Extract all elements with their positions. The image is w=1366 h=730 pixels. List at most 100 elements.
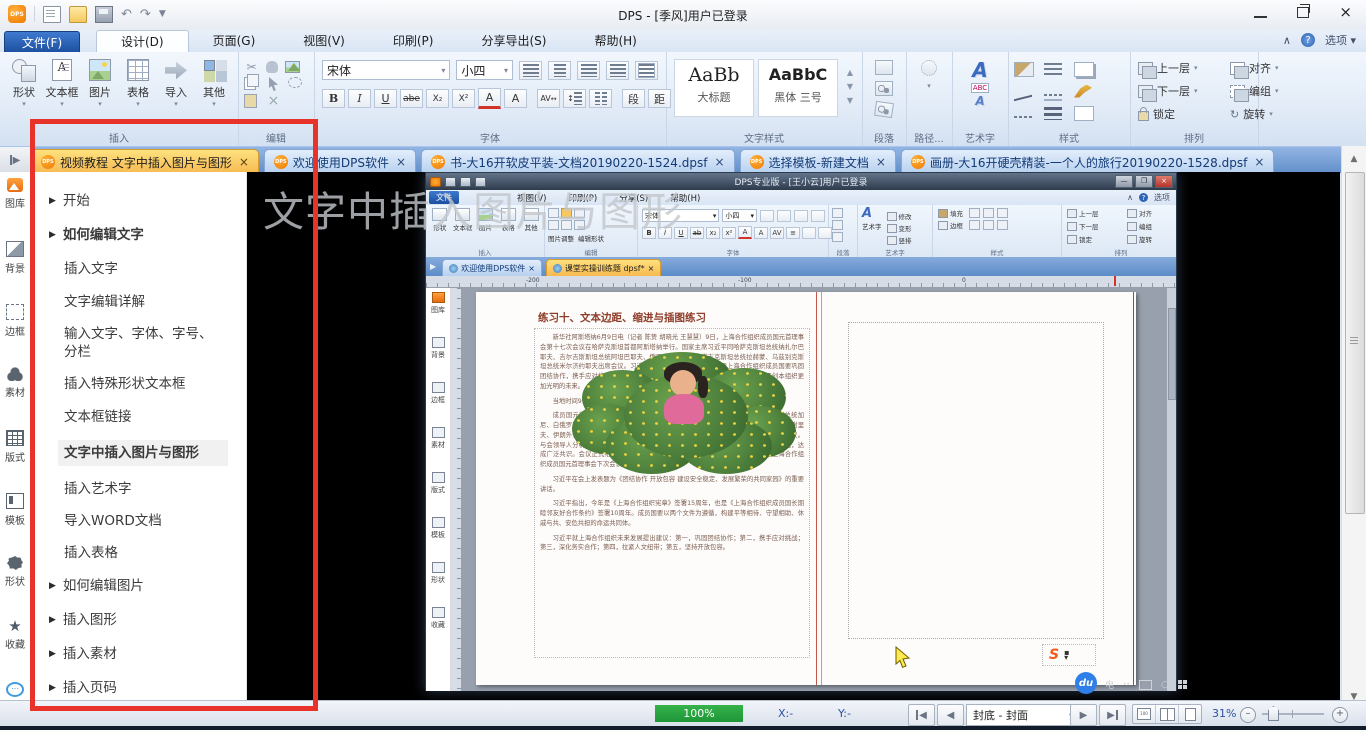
font-name-select[interactable]: 宋体▾	[322, 60, 450, 80]
path-icon[interactable]	[921, 60, 937, 76]
link-textframe-icon[interactable]	[875, 81, 893, 96]
collapse-ribbon-icon[interactable]: ∧	[1283, 34, 1291, 47]
tutorial-item-insert-material[interactable]: ▶插入素材	[64, 645, 246, 663]
tutorial-item-text-editing[interactable]: 文字编辑详解	[64, 293, 246, 311]
grid-icon[interactable]	[1178, 680, 1187, 689]
zoom-100-view-button[interactable]: 100	[1133, 705, 1156, 723]
panel-expand-icon[interactable]: ▶	[0, 147, 31, 173]
tab-print[interactable]: 印刷(P)	[369, 30, 458, 51]
next-page-button[interactable]: ▶	[1070, 704, 1097, 726]
tab-close-icon[interactable]: ×	[714, 155, 724, 169]
shadow-icon[interactable]	[1074, 62, 1094, 77]
tutorial-item-insert-page-number[interactable]: ▶插入页码	[64, 679, 246, 697]
tab-close-icon[interactable]: ×	[396, 155, 406, 169]
page-selector[interactable]: 封底 - 封面 ▾	[966, 704, 1080, 726]
wordart-warp-icon[interactable]: A	[975, 96, 984, 107]
options-button[interactable]: 选项 ▾	[1325, 32, 1356, 48]
circle-icon[interactable]: ○	[1161, 680, 1169, 690]
tutorial-item-insert-image-in-text[interactable]: 文字中插入图片与图形	[58, 440, 228, 466]
tutorial-item-start[interactable]: ▶开始	[64, 192, 246, 210]
import-button[interactable]: 导入▾	[158, 58, 194, 108]
scroll-up-icon[interactable]: ▲	[1344, 150, 1364, 168]
tv-icon[interactable]: 电	[1105, 678, 1114, 691]
rotate-button[interactable]: ↻旋转▾	[1230, 106, 1314, 122]
tutorial-video-player[interactable]: 文字中插入图片与图形 DPS专业版 - [王小云]用户已登录 — ❒ × 文件	[247, 172, 1340, 700]
fill-color-icon[interactable]	[1014, 62, 1034, 77]
strikethrough-button[interactable]: abe	[400, 89, 423, 108]
insert-table-button[interactable]: 表格▾	[120, 58, 156, 108]
align-right-button[interactable]	[577, 61, 600, 80]
subscript-button[interactable]: X₂	[426, 89, 449, 108]
lasso-icon[interactable]	[288, 77, 303, 91]
insert-shape-button[interactable]: 形状▾	[6, 58, 42, 108]
cut-icon[interactable]: ✂	[244, 60, 259, 74]
align-left-button[interactable]	[519, 61, 542, 80]
close-button[interactable]: ×	[1339, 6, 1352, 19]
style-scroll-down-icon[interactable]: ▼	[847, 82, 853, 91]
help-icon[interactable]: ?	[1301, 33, 1315, 47]
style-scroll-up-icon[interactable]: ▲	[847, 68, 853, 77]
group-button[interactable]: 编组▾	[1230, 83, 1314, 99]
distribute-button[interactable]	[635, 61, 658, 80]
delete-icon[interactable]: ×	[266, 94, 281, 108]
bring-forward-button[interactable]: 上一层▾	[1138, 60, 1230, 76]
kerning-button[interactable]: AV↔	[537, 89, 560, 108]
tab-close-icon[interactable]: ×	[1254, 155, 1264, 169]
line-weight-icon[interactable]	[1044, 107, 1062, 120]
sidebar-item-material[interactable]: 素材	[0, 361, 30, 424]
sidebar-item-background[interactable]: 背景	[0, 235, 30, 298]
tutorial-item-insert-wordart[interactable]: 插入艺术字	[64, 480, 246, 498]
font-color-button[interactable]: A	[478, 88, 501, 109]
tutorial-item-import-word[interactable]: 导入WORD文档	[64, 512, 246, 530]
line-style-icon[interactable]	[1044, 63, 1062, 76]
dash-style-icon[interactable]	[1044, 94, 1062, 96]
justify-button[interactable]	[606, 61, 629, 80]
tab-help[interactable]: 帮助(H)	[570, 30, 660, 51]
tutorial-item-font-size-columns[interactable]: 输入文字、字体、字号、分栏	[64, 325, 246, 361]
paste-icon[interactable]	[244, 94, 259, 108]
hand-tool-icon[interactable]	[266, 61, 278, 73]
text-wrap-icon[interactable]	[875, 60, 893, 75]
zoom-slider-thumb[interactable]	[1268, 706, 1279, 721]
align-button[interactable]: 对齐▾	[1230, 60, 1314, 76]
tutorial-item-special-textbox[interactable]: 插入特殊形状文本框	[64, 375, 246, 393]
tab-design[interactable]: 设计(D)	[96, 30, 189, 52]
underline-button[interactable]: U	[374, 89, 397, 108]
two-page-view-button[interactable]	[1156, 705, 1179, 723]
border-line-icon[interactable]	[1014, 87, 1032, 101]
unlink-textframe-icon[interactable]	[874, 101, 894, 118]
transparency-icon[interactable]	[1074, 106, 1094, 121]
scrollbar-thumb[interactable]	[1345, 172, 1365, 514]
superscript-button[interactable]: X²	[452, 89, 475, 108]
insert-picture-button[interactable]: 图片▾	[82, 58, 118, 108]
page-scrollbar[interactable]: ▲ ▼	[1341, 146, 1366, 710]
text-style-card-heiti[interactable]: AaBbC 黑体 三号	[758, 59, 838, 117]
first-page-button[interactable]: ◀	[908, 704, 935, 726]
send-backward-button[interactable]: 下一层▾	[1138, 83, 1230, 99]
insert-textbox-button[interactable]: A 文本框▾	[44, 58, 80, 108]
font-size-select[interactable]: 小四▾	[456, 60, 513, 80]
sidebar-item-layout[interactable]: 版式	[0, 424, 30, 487]
paragraph-settings-button[interactable]: 段	[622, 89, 645, 108]
tutorial-item-insert-table[interactable]: 插入表格	[64, 544, 246, 562]
sidebar-item-gallery[interactable]: 图库	[0, 172, 30, 235]
last-page-button[interactable]: ▶	[1099, 704, 1126, 726]
copy-icon[interactable]	[244, 77, 259, 91]
tab-close-icon[interactable]: ×	[239, 155, 249, 169]
previous-page-button[interactable]: ◀	[937, 704, 964, 726]
columns-button[interactable]	[589, 89, 612, 108]
italic-button[interactable]: I	[348, 89, 371, 108]
tab-share-export[interactable]: 分享导出(S)	[457, 30, 570, 51]
tab-view[interactable]: 视图(V)	[279, 30, 369, 51]
text-style-card-title[interactable]: AaBb 大标题	[674, 59, 754, 117]
sidebar-item-favorites[interactable]: ★ 收藏	[0, 613, 30, 676]
dots-icon[interactable]: ••	[1123, 681, 1130, 688]
zoom-in-button[interactable]: +	[1332, 707, 1348, 723]
select-cursor-icon[interactable]	[266, 77, 281, 91]
minimize-button[interactable]	[1254, 16, 1267, 18]
file-menu-button[interactable]: 文件(F)	[4, 31, 80, 54]
tutorial-item-edit-text[interactable]: ▶如何编辑文字	[64, 226, 246, 244]
tutorial-item-textbox-link[interactable]: 文本框链接	[64, 408, 246, 426]
insert-other-button[interactable]: 其他▾	[196, 58, 232, 108]
bold-button[interactable]: B	[322, 89, 345, 108]
